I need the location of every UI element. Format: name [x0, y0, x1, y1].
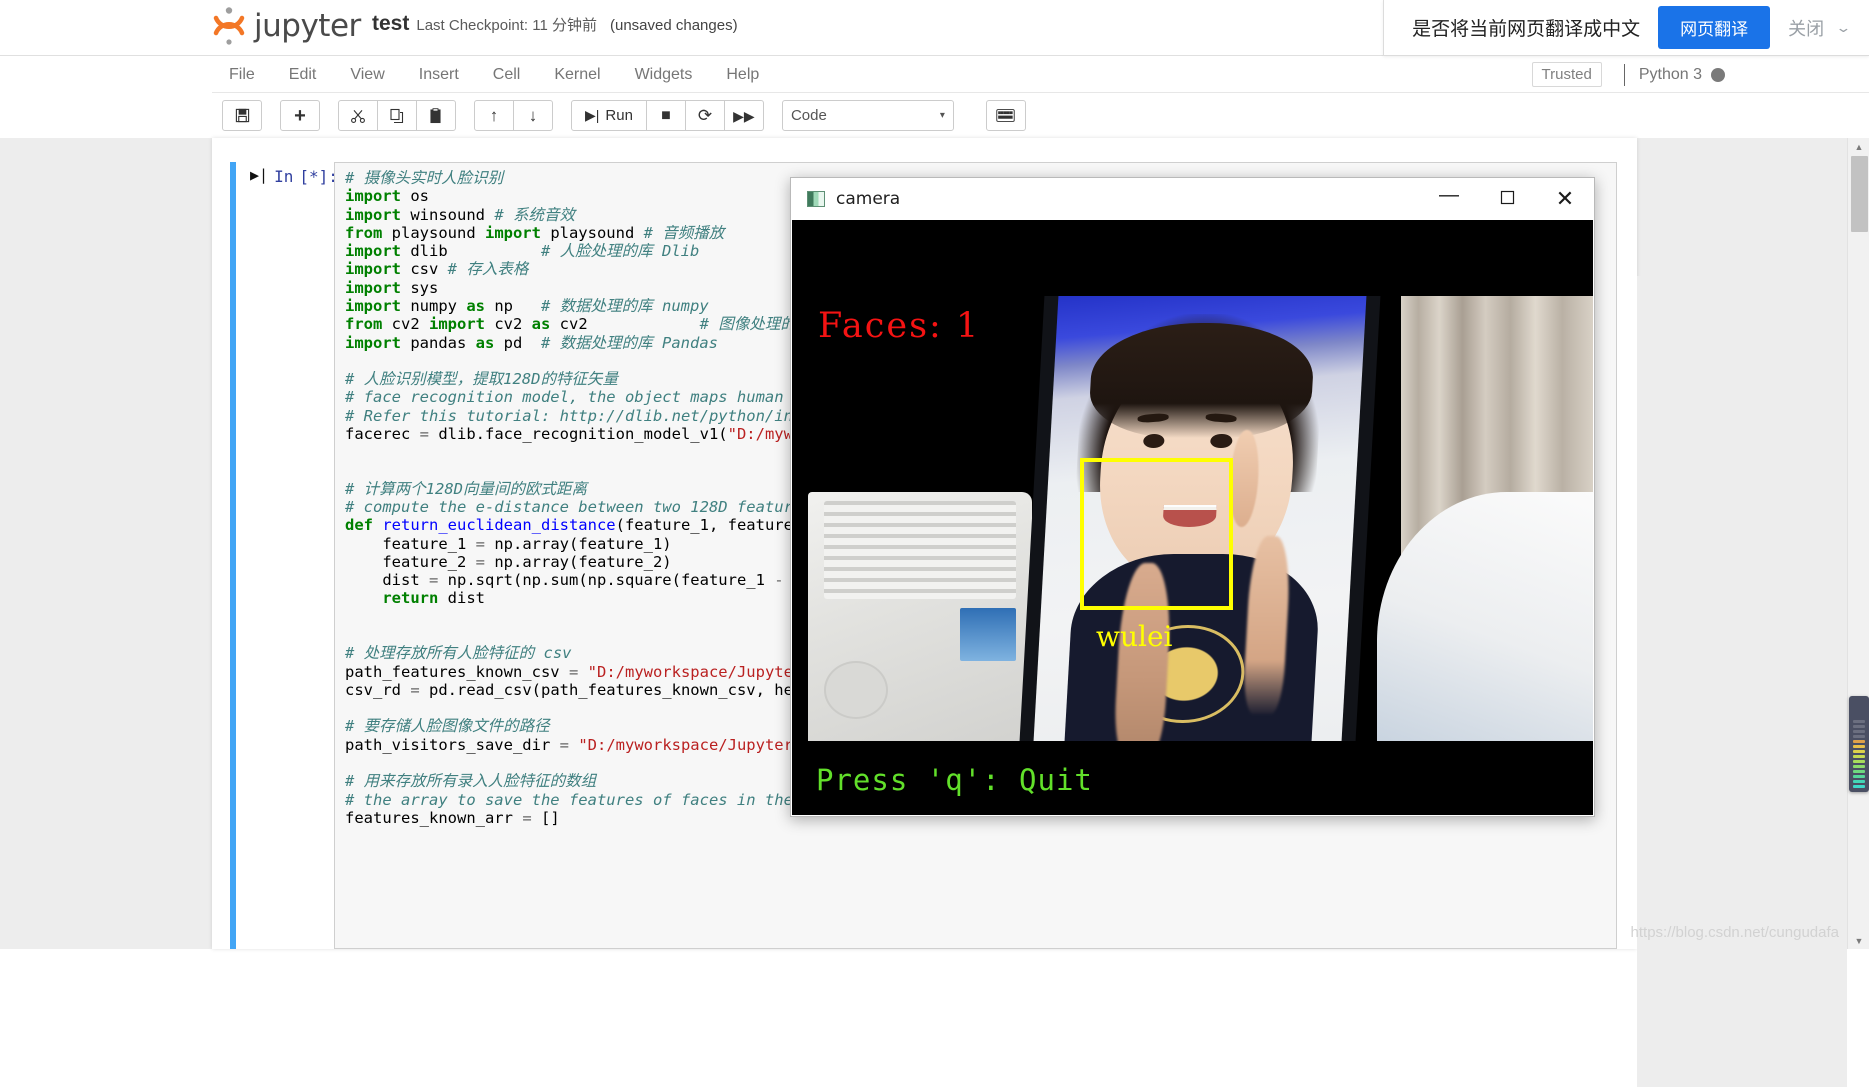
minimize-icon: —: [1439, 185, 1459, 214]
maximize-button[interactable]: [1478, 178, 1536, 220]
unsaved-changes-indicator: (unsaved changes): [610, 17, 738, 34]
toolbar-region: +: [0, 93, 1869, 138]
run-label: Run: [605, 107, 633, 124]
minimize-button[interactable]: —: [1420, 178, 1478, 220]
cell-type-select[interactable]: Code ▾: [782, 100, 954, 131]
arrow-up-icon: ↑: [490, 107, 499, 124]
kernel-busy-indicator-icon: [1711, 68, 1725, 82]
jupyter-wordmark: jupyter: [254, 8, 361, 44]
watermark: https://blog.csdn.net/cungudafa: [1631, 924, 1839, 941]
run-cell-icon[interactable]: ▶|: [250, 167, 268, 184]
copy-button[interactable]: [377, 100, 417, 131]
restart-circular-arrow-icon: ⟳: [698, 107, 712, 124]
menu-insert[interactable]: Insert: [402, 56, 476, 93]
jupyter-logo[interactable]: jupyter: [212, 6, 361, 46]
toolbar-group-clipboard: [338, 100, 456, 131]
scroll-down-arrow-icon[interactable]: ▼: [1848, 932, 1869, 949]
menu-file[interactable]: File: [212, 56, 272, 93]
camera-app-icon: [807, 191, 825, 207]
camera-window-titlebar[interactable]: camera — ✕: [791, 178, 1594, 220]
faces-count-overlay: Faces: 1: [818, 306, 980, 346]
cell-selection-bar: [230, 162, 236, 949]
cell-type-value: Code: [791, 107, 827, 124]
notebook-right-gutter: [1637, 276, 1847, 1087]
toolbar-group-insert: +: [280, 100, 320, 131]
run-button[interactable]: ▶| Run: [571, 100, 647, 131]
move-cell-down-button[interactable]: ↓: [513, 100, 553, 131]
prompt-in-label: In: [274, 167, 293, 186]
last-checkpoint: Last Checkpoint: 11 分钟前: [416, 14, 597, 35]
scroll-up-arrow-icon[interactable]: ▲: [1848, 138, 1869, 155]
translate-question: 是否将当前网页翻译成中文: [1412, 14, 1640, 41]
toolbar: +: [212, 93, 1869, 138]
camera-video-feed: Faces: 1 wulei Press 'q': Quit: [792, 220, 1593, 815]
face-detection-box: [1080, 458, 1233, 610]
menu-widgets[interactable]: Widgets: [618, 56, 710, 93]
close-button[interactable]: ✕: [1536, 178, 1594, 220]
scene-face-fringe: [1087, 323, 1315, 439]
translate-prompt-bar: 是否将当前网页翻译成中文 网页翻译 关闭 ⌄: [1383, 0, 1869, 56]
menu-view[interactable]: View: [333, 56, 401, 93]
fast-forward-icon: ▶▶: [733, 109, 755, 123]
toolbar-group-save: [222, 100, 262, 131]
translate-page-button[interactable]: 网页翻译: [1658, 6, 1770, 49]
insert-cell-below-button[interactable]: +: [280, 100, 320, 131]
save-button[interactable]: [222, 100, 262, 131]
chevron-down-icon: ▾: [940, 110, 945, 121]
camera-window-title: camera: [836, 189, 900, 209]
command-palette-button[interactable]: [986, 100, 1026, 131]
menu-cell[interactable]: Cell: [476, 56, 538, 93]
prompt-execution-count: [*]:: [299, 167, 338, 186]
stop-square-icon: ■: [661, 108, 671, 124]
arrow-down-icon: ↓: [529, 107, 538, 124]
scene-ac-vents: [824, 501, 1016, 599]
notebook-title-area: test Last Checkpoint: 11 分钟前 (unsaved ch…: [372, 12, 738, 36]
kernel-name[interactable]: Python 3: [1639, 66, 1702, 84]
maximize-icon: [1500, 190, 1515, 208]
restart-kernel-button[interactable]: ⟳: [685, 100, 725, 131]
menu-help[interactable]: Help: [709, 56, 776, 93]
move-cell-up-button[interactable]: ↑: [474, 100, 514, 131]
scene-ac-badge: [960, 608, 1016, 661]
notebook-name[interactable]: test: [372, 12, 409, 36]
run-icon: ▶|: [585, 107, 599, 124]
quit-hint-overlay: Press 'q': Quit: [816, 763, 1093, 797]
close-icon: ✕: [1556, 188, 1574, 210]
menu-edit[interactable]: Edit: [272, 56, 334, 93]
face-name-overlay: wulei: [1096, 620, 1172, 653]
scrollbar-thumb[interactable]: [1851, 156, 1868, 232]
translate-close-button[interactable]: 关闭: [1788, 15, 1824, 41]
jupyter-logo-icon: [212, 6, 246, 46]
chevron-down-icon[interactable]: ⌄: [1835, 20, 1851, 36]
toolbar-group-move: ↑ ↓: [474, 100, 553, 131]
toolbar-group-execute: ▶| Run ■ ⟳ ▶▶: [571, 100, 764, 131]
menubar-status-group: Trusted Python 3: [1532, 56, 1725, 93]
toolbar-group-palette: [986, 100, 1026, 131]
plus-icon: +: [294, 106, 306, 126]
cell-prompt[interactable]: ▶| In [*]:: [230, 162, 334, 949]
trusted-badge[interactable]: Trusted: [1532, 62, 1602, 87]
scene-ac-dial: [824, 661, 888, 719]
cut-button[interactable]: [338, 100, 378, 131]
divider: [1624, 64, 1625, 86]
level-meter-widget[interactable]: [1849, 696, 1869, 792]
page-scrollbar[interactable]: ▲ ▼: [1847, 138, 1869, 949]
video-letterbox-top: [792, 220, 1593, 296]
menu-kernel[interactable]: Kernel: [537, 56, 617, 93]
restart-and-run-all-button[interactable]: ▶▶: [724, 100, 764, 131]
menubar-region: File Edit View Insert Cell Kernel Widget…: [0, 56, 1869, 93]
interrupt-kernel-button[interactable]: ■: [646, 100, 686, 131]
menubar: File Edit View Insert Cell Kernel Widget…: [212, 56, 1869, 93]
window-controls: — ✕: [1420, 178, 1594, 220]
paste-button[interactable]: [416, 100, 456, 131]
camera-window[interactable]: camera — ✕: [790, 177, 1595, 817]
